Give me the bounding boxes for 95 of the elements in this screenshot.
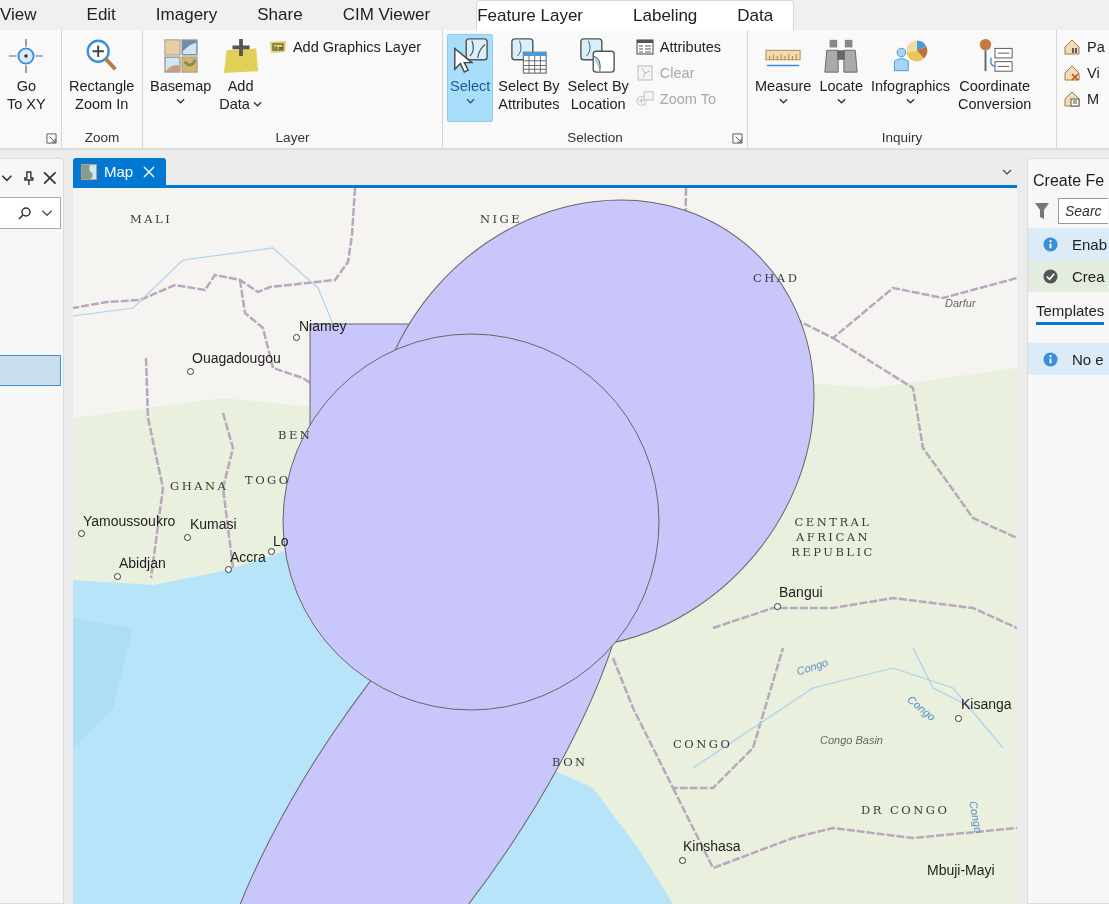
map-label: Ouagadougou	[192, 350, 281, 366]
ribbon-button[interactable]: Vi	[1061, 62, 1107, 84]
info-icon	[1043, 236, 1058, 252]
pin-icon[interactable]	[21, 171, 36, 185]
ribbon-tab[interactable]: Edit	[66, 0, 136, 30]
map-label: Niamey	[299, 318, 347, 334]
map-label: Kumasi	[190, 516, 237, 532]
infographics-button[interactable]: Infographics	[867, 34, 953, 122]
select-by-attributes-button[interactable]: Select By Attributes	[495, 34, 563, 122]
house-pause-icon	[1063, 38, 1081, 56]
map-label: Yamoussoukro	[83, 513, 176, 529]
search-field[interactable]	[0, 197, 61, 229]
table-icon	[635, 38, 654, 56]
map-label: Darfur	[945, 297, 976, 309]
city-dot	[955, 715, 962, 722]
ribbon-tab[interactable]: CIM Viewer	[322, 0, 451, 30]
basemap-button[interactable]: Basemap	[147, 34, 215, 122]
house-list-icon	[1063, 90, 1081, 108]
close-icon[interactable]	[43, 171, 57, 185]
map-label: Mbuji-Mayi	[927, 862, 995, 878]
dialog-launcher-icon[interactable]	[732, 133, 743, 144]
basemap-tiles-icon	[161, 37, 200, 75]
search-field[interactable]: Searc	[1058, 198, 1108, 224]
go-to-xy-button[interactable]: Go To XY	[4, 34, 49, 122]
map-label: Lo	[273, 533, 289, 549]
zoom-to-icon	[635, 90, 654, 108]
select-button[interactable]: Select	[447, 34, 494, 122]
group-label: Inquiry	[881, 129, 923, 145]
city-dot	[114, 573, 121, 580]
attributes-button[interactable]: Attributes	[633, 36, 724, 58]
ribbon-button[interactable]: Pa	[1061, 36, 1107, 58]
map-tab[interactable]: Map	[73, 158, 166, 185]
map-label: Bangui	[779, 584, 823, 600]
map-icon	[80, 162, 98, 181]
map-label: TOGO	[245, 473, 291, 487]
locate-button[interactable]: Locate	[816, 34, 866, 122]
message-text: Crea	[1072, 267, 1105, 285]
rectangle-zoom-in-button[interactable]: Rectangle Zoom In	[66, 34, 138, 122]
map-label: Accra	[230, 549, 266, 565]
ribbon-tab[interactable]: Data	[717, 0, 794, 31]
coordinate-conversion-button[interactable]: Coordinate Conversion	[954, 34, 1035, 122]
map-table-icon	[509, 37, 548, 75]
info-icon	[1043, 351, 1058, 367]
city-dot	[268, 548, 275, 555]
city-dot	[293, 334, 300, 341]
map-label: Congo Basin	[820, 734, 883, 746]
panel-tab[interactable]: Templates	[1036, 302, 1105, 325]
add-graphics-layer-button[interactable]: Add Graphics Layer	[266, 36, 424, 58]
two-maps-icon	[579, 37, 618, 75]
house-cross-icon	[1063, 64, 1081, 82]
add-data-button[interactable]: Add Data	[216, 34, 265, 122]
city-dot	[774, 603, 781, 610]
map-label: GHANA	[170, 479, 229, 493]
add-data-icon	[221, 37, 260, 75]
map-label: BON	[552, 755, 588, 769]
group-label: Zoom	[84, 129, 120, 145]
city-dot	[184, 534, 191, 541]
map-label: Kisanga	[961, 696, 1012, 712]
message-text: Enab	[1072, 235, 1108, 253]
panel-title: Create Fe	[1032, 171, 1106, 190]
select-by-location-button[interactable]: Select By Location	[564, 34, 632, 122]
city-dot	[225, 566, 232, 573]
map-label: BEN	[278, 428, 313, 442]
city-dot	[78, 530, 85, 537]
search-icon	[18, 206, 32, 220]
map-label: CONGO	[673, 737, 733, 751]
select-arrow-icon	[451, 37, 490, 75]
ribbon-tab[interactable]: Labeling	[613, 0, 718, 31]
map-label: Congo	[795, 656, 830, 678]
ribbon-tab[interactable]: View	[0, 0, 57, 30]
filter-icon[interactable]	[1034, 202, 1050, 220]
ribbon-tab[interactable]: Share	[237, 0, 323, 30]
crosshair-icon	[7, 37, 46, 75]
group-label: Selection	[567, 129, 623, 145]
map-label: Congo	[967, 800, 985, 834]
checkmark-icon	[1043, 268, 1058, 284]
map-label: NIGE	[480, 212, 523, 226]
map-label: Kinshasa	[683, 838, 741, 854]
ribbon-tab[interactable]: Imagery	[135, 0, 238, 30]
city-dot	[679, 857, 686, 864]
map-label: DR CONGO	[861, 803, 950, 817]
map-label: Abidjan	[119, 555, 166, 571]
group-label: Layer	[275, 129, 310, 145]
clear-selection-icon	[635, 64, 654, 82]
ribbon-tab[interactable]: Feature Layer	[477, 0, 604, 31]
message-text: No e	[1072, 350, 1104, 368]
measure-button[interactable]: Measure	[752, 34, 815, 122]
binoculars-icon	[822, 37, 861, 75]
ribbon-button[interactable]: M	[1061, 88, 1107, 110]
map-label: CENTRAL AFRICAN REPUBLIC	[790, 515, 876, 560]
graphics-layer-icon	[268, 38, 287, 56]
map-label: CHAD	[753, 271, 800, 285]
map-label: MALI	[130, 212, 173, 226]
dialog-launcher-icon[interactable]	[46, 133, 57, 144]
city-dot	[187, 368, 194, 375]
